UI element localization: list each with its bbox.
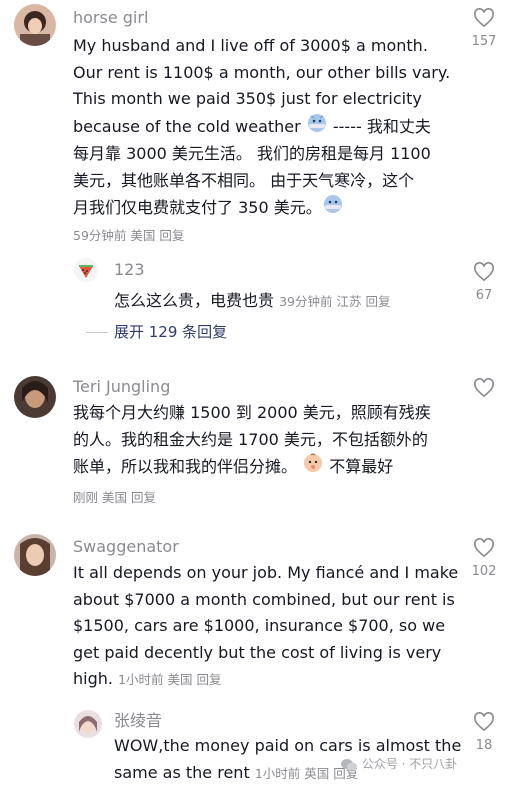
divider bbox=[86, 332, 108, 333]
baby-face-emoji bbox=[302, 453, 324, 482]
reply-username[interactable]: 张绫音 bbox=[114, 712, 162, 730]
like-count: 18 bbox=[464, 738, 504, 754]
comment-meta[interactable]: 刚刚 美国 回复 bbox=[73, 487, 156, 506]
comment-item: Swaggenator It all depends on your job. … bbox=[0, 530, 506, 785]
comment-line: 美元，其他账单各不相同。 由于天气寒冷，这个 bbox=[73, 168, 450, 195]
comment-text: My husband and I live off of 3000$ a mon… bbox=[73, 33, 450, 223]
comment-text: It all depends on your job. My fiancé an… bbox=[73, 560, 458, 694]
comment-meta[interactable]: 1小时前 美国 回复 bbox=[118, 672, 221, 687]
comment-line: This month we paid 350$ just for electri… bbox=[73, 86, 450, 113]
comment-line: My husband and I live off of 3000$ a mon… bbox=[73, 33, 450, 60]
heart-outline-icon bbox=[473, 538, 495, 558]
reply-text: 怎么这么贵，电费也贵 bbox=[114, 291, 274, 310]
comment-line: 每月靠 3000 美元生活。 我们的房租是每月 1100 bbox=[73, 141, 450, 168]
comment-item: Teri Jungling 我每个月大约赚 1500 到 2000 美元，照顾有… bbox=[0, 370, 506, 520]
comment-line: get paid decently but the cost of living… bbox=[73, 640, 458, 667]
like-button[interactable] bbox=[464, 378, 504, 404]
comment-meta[interactable]: 59分钟前 美国 回复 bbox=[73, 225, 184, 244]
like-button[interactable]: 102 bbox=[464, 538, 504, 580]
like-button[interactable]: 157 bbox=[464, 8, 504, 50]
like-count: 157 bbox=[464, 34, 504, 50]
comment-line: $1500, cars are $1000, insurance $700, s… bbox=[73, 613, 458, 640]
comment-line: It all depends on your job. My fiancé an… bbox=[73, 560, 458, 587]
comment-line: 账单，所以我和我的伴侣分摊。 不算最好 bbox=[73, 453, 431, 482]
heart-outline-icon bbox=[473, 8, 495, 28]
comment-text: 我每个月大约赚 1500 到 2000 美元，照顾有残疾 的人。我的租金大约是 … bbox=[73, 400, 431, 482]
like-count: 102 bbox=[464, 564, 504, 580]
comment-line: high. 1小时前 美国 回复 bbox=[73, 666, 458, 694]
reply-avatar[interactable] bbox=[74, 710, 102, 738]
comment-username[interactable]: Teri Jungling bbox=[73, 378, 170, 396]
heart-outline-icon bbox=[473, 262, 495, 282]
wechat-icon bbox=[340, 758, 358, 772]
expand-replies-button[interactable]: 展开 129 条回复 bbox=[86, 321, 227, 342]
comment-item: horse girl My husband and I live off of … bbox=[0, 0, 506, 360]
watermark-text: 公众号 · 不只八卦 bbox=[362, 757, 457, 771]
expand-replies-label: 展开 129 条回复 bbox=[114, 323, 227, 341]
comment-line: because of the cold weather ----- 我和丈夫 bbox=[73, 113, 450, 142]
comment-line: 的人。我的租金大约是 1700 美元，不包括额外的 bbox=[73, 427, 431, 454]
cold-face-emoji bbox=[322, 194, 344, 223]
heart-outline-icon bbox=[473, 712, 495, 732]
watermark: 公众号 · 不只八卦 bbox=[340, 755, 457, 772]
comment-line: 我每个月大约赚 1500 到 2000 美元，照顾有残疾 bbox=[73, 400, 431, 427]
cold-face-emoji bbox=[306, 113, 328, 142]
comment-line: 月我们仅电费就支付了 350 美元。 bbox=[73, 194, 450, 223]
like-button[interactable]: 67 bbox=[464, 262, 504, 304]
reply-text-row: 怎么这么贵，电费也贵 39分钟前 江苏 回复 bbox=[114, 287, 390, 311]
heart-outline-icon bbox=[473, 378, 495, 398]
comment-line: Our rent is 1100$ a month, our other bil… bbox=[73, 60, 450, 87]
comment-username[interactable]: horse girl bbox=[73, 9, 148, 27]
comment-username[interactable]: Swaggenator bbox=[73, 538, 179, 556]
avatar[interactable] bbox=[14, 534, 56, 576]
avatar[interactable] bbox=[14, 376, 56, 418]
reply-meta[interactable]: 39分钟前 江苏 回复 bbox=[279, 294, 390, 309]
like-button[interactable]: 18 bbox=[464, 712, 504, 754]
avatar[interactable] bbox=[14, 4, 56, 46]
like-count: 67 bbox=[464, 288, 504, 304]
reply-avatar[interactable] bbox=[74, 258, 98, 282]
reply-username[interactable]: 123 bbox=[114, 261, 145, 279]
comment-line: about $7000 a month combined, but our re… bbox=[73, 587, 458, 614]
